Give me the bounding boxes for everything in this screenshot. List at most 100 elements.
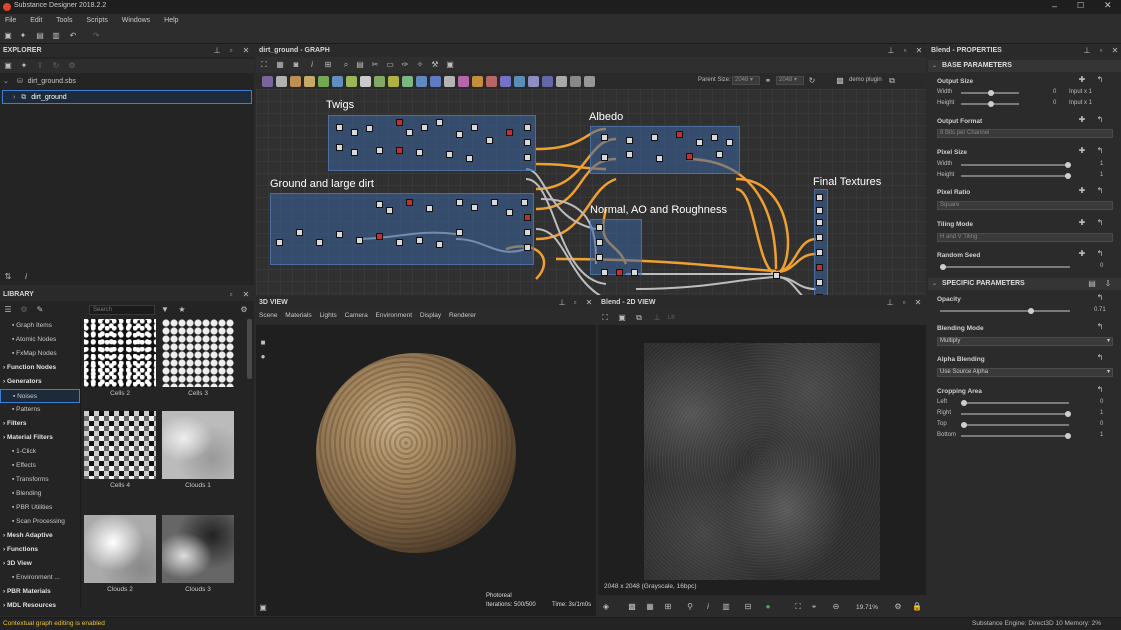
graph-node[interactable] (524, 229, 531, 236)
graph-node[interactable] (336, 231, 343, 238)
zoom-out-icon[interactable]: ⊖ (832, 603, 840, 611)
graph-node[interactable] (524, 139, 531, 146)
graph-node[interactable] (716, 151, 723, 158)
open-folder-icon[interactable]: ▤ (36, 32, 44, 40)
node-type-button[interactable] (430, 76, 441, 87)
graph-node[interactable] (816, 219, 823, 226)
redo-icon[interactable]: ↷ (92, 32, 100, 40)
library-scrollbar[interactable] (247, 319, 252, 379)
wand-icon[interactable]: ⚒ (431, 61, 439, 69)
menu-scripts[interactable]: Scripts (86, 17, 107, 24)
graph-node[interactable] (816, 249, 823, 256)
node-type-button[interactable] (416, 76, 427, 87)
graph-node[interactable] (376, 201, 383, 208)
graph-node[interactable] (626, 151, 633, 158)
pin2-icon[interactable]: ⊥ (653, 314, 661, 322)
library-category-item[interactable]: › Filters (0, 417, 80, 431)
graph-node[interactable] (711, 134, 718, 141)
library-category-item[interactable]: ▪ Atomic Nodes (0, 333, 80, 347)
new-package-icon[interactable]: ▣ (4, 62, 12, 70)
graph-node[interactable] (471, 204, 478, 211)
tiling-mode-dropdown[interactable]: H and V Tiling (937, 233, 1113, 242)
menu-file[interactable]: File (5, 17, 16, 24)
magic-icon[interactable]: ✧ (416, 61, 424, 69)
float-icon[interactable]: ▫ (1097, 47, 1105, 55)
copy-icon[interactable]: ⧉ (635, 314, 643, 322)
graph-node[interactable] (816, 194, 823, 201)
reset-icon[interactable]: ↰ (1096, 187, 1104, 195)
graph-node[interactable] (396, 119, 403, 126)
graph-node[interactable] (366, 125, 373, 132)
library-category-item[interactable]: ▪ Transforms (0, 473, 80, 487)
node-type-button[interactable] (584, 76, 595, 87)
checker-icon[interactable]: ▩ (628, 603, 636, 611)
node-type-button[interactable] (374, 76, 385, 87)
graph-canvas[interactable]: Twigs Albedo Ground and large dirt Norma… (256, 89, 926, 295)
graph-node[interactable] (406, 199, 413, 206)
graph-node[interactable] (524, 244, 531, 251)
graph-node[interactable] (506, 129, 513, 136)
library-category-item[interactable]: ▪ Effects (0, 459, 80, 473)
library-category-item[interactable]: › MDL Resources (0, 599, 80, 613)
graph-node[interactable] (396, 239, 403, 246)
refresh-icon[interactable]: ↻ (52, 62, 60, 70)
sphere-icon[interactable]: ● (764, 603, 772, 611)
info-icon[interactable]: i (22, 273, 30, 281)
reset-icon[interactable]: ↰ (1096, 354, 1104, 362)
close-panel-icon[interactable]: ✕ (242, 291, 250, 299)
menu-display[interactable]: Display (420, 312, 441, 319)
graph-node[interactable] (601, 134, 608, 141)
library-category-item[interactable]: › Material Filters (0, 431, 80, 445)
thumb-clouds-3[interactable]: Clouds 3 (162, 515, 234, 597)
picker-icon[interactable]: ⚲ (686, 603, 694, 611)
menu-environment[interactable]: Environment (376, 312, 413, 319)
info-icon[interactable]: i (704, 603, 712, 611)
node-type-button[interactable] (500, 76, 511, 87)
channel-dropdown[interactable]: Lh (668, 315, 675, 321)
node-type-button[interactable] (486, 76, 497, 87)
library-category-item[interactable]: ▪ Patterns (0, 403, 80, 417)
pixel-ratio-dropdown[interactable]: Square (937, 201, 1113, 210)
edit-icon[interactable]: ▤ (1088, 280, 1096, 288)
lock-icon[interactable]: 🔒 (912, 603, 922, 611)
menu-lights[interactable]: Lights (319, 312, 336, 319)
fit-icon[interactable]: ⛶ (601, 314, 609, 322)
thumb-clouds-1[interactable]: Clouds 1 (162, 411, 234, 493)
link-param-icon[interactable]: ✚ (1078, 187, 1086, 195)
base-parameters-header[interactable]: BASE PARAMETERS (928, 60, 1121, 72)
pixel-height-slider[interactable] (961, 173, 1071, 179)
node-type-button[interactable] (346, 76, 357, 87)
parent-size-dropdown[interactable]: 2048 ▾ (732, 76, 760, 85)
link-param-icon[interactable]: ✚ (1078, 250, 1086, 258)
fit-icon[interactable]: ⛶ (260, 61, 268, 69)
frame-twigs[interactable] (328, 115, 536, 171)
node-type-button[interactable] (318, 76, 329, 87)
grid-icon[interactable]: ⊟ (744, 603, 752, 611)
graph-node[interactable] (316, 239, 323, 246)
graph-node[interactable] (416, 149, 423, 156)
menu-materials[interactable]: Materials (285, 312, 311, 319)
add-graph-icon[interactable]: ✦ (20, 62, 28, 70)
export-image-icon[interactable]: ▣ (446, 61, 454, 69)
frame-icon[interactable]: ▦ (276, 61, 284, 69)
library-category-item[interactable]: ▪ FxMap Nodes (0, 347, 80, 361)
node-type-button[interactable] (276, 76, 287, 87)
pin-icon[interactable]: ⊥ (1083, 47, 1091, 55)
grid-icon[interactable]: ▤ (356, 61, 364, 69)
save-icon[interactable]: ▥ (52, 32, 60, 40)
node-type-button[interactable] (402, 76, 413, 87)
library-category-item[interactable]: ▪ Environment ... (0, 571, 80, 585)
graph-node[interactable] (336, 144, 343, 151)
filter-icon[interactable]: ⚙ (20, 306, 28, 314)
graph-node[interactable] (651, 134, 658, 141)
reset-icon[interactable]: ↰ (1096, 76, 1104, 84)
graph-node[interactable] (406, 129, 413, 136)
library-category-item[interactable]: ▪ 1-Click (0, 445, 80, 459)
library-category-item[interactable]: ▪ Graph Items (0, 319, 80, 333)
output-width-slider[interactable] (961, 90, 1019, 96)
graph-node[interactable] (816, 207, 823, 214)
crop-top-slider[interactable] (961, 422, 1069, 428)
node-type-button[interactable] (570, 76, 581, 87)
graph-node[interactable] (456, 229, 463, 236)
sort-icon[interactable]: ⇅ (4, 273, 12, 281)
